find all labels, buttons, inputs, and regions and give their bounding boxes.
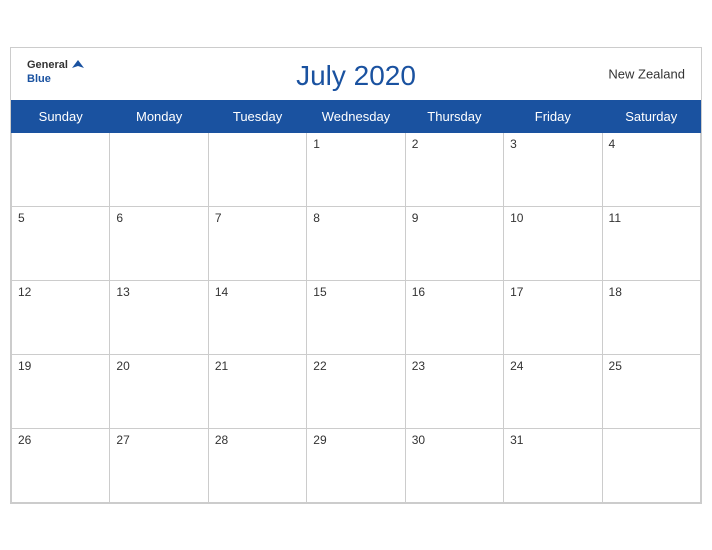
calendar-cell	[12, 132, 110, 206]
calendar-week-5: 26 27 28 29 30 31	[12, 428, 701, 502]
day-number: 12	[18, 285, 31, 299]
calendar-header: General Blue July 2020 New Zealand	[11, 48, 701, 100]
header-saturday: Saturday	[602, 100, 700, 132]
header-monday: Monday	[110, 100, 208, 132]
calendar-body: 1234567891011121314151617181920212223242…	[12, 132, 701, 502]
calendar-cell: 23	[405, 354, 503, 428]
header-sunday: Sunday	[12, 100, 110, 132]
day-number: 15	[313, 285, 326, 299]
calendar-cell: 26	[12, 428, 110, 502]
day-number: 2	[412, 137, 419, 151]
calendar-cell: 13	[110, 280, 208, 354]
calendar-cell: 3	[504, 132, 602, 206]
day-number: 20	[116, 359, 129, 373]
calendar-cell: 22	[307, 354, 405, 428]
logo-blue: Blue	[27, 74, 51, 85]
calendar-cell	[602, 428, 700, 502]
calendar-cell: 4	[602, 132, 700, 206]
day-number: 21	[215, 359, 228, 373]
calendar-cell: 6	[110, 206, 208, 280]
calendar-week-1: 1 2 3 4	[12, 132, 701, 206]
calendar-cell: 14	[208, 280, 306, 354]
day-number: 10	[510, 211, 523, 225]
calendar-cell: 24	[504, 354, 602, 428]
day-number: 30	[412, 433, 425, 447]
day-number: 31	[510, 433, 523, 447]
logo-bird-icon	[70, 58, 86, 74]
day-number: 27	[116, 433, 129, 447]
day-number: 5	[18, 211, 25, 225]
weekday-header-row: Sunday Monday Tuesday Wednesday Thursday…	[12, 100, 701, 132]
day-number: 1	[313, 137, 320, 151]
header-tuesday: Tuesday	[208, 100, 306, 132]
calendar-cell: 5	[12, 206, 110, 280]
day-number: 17	[510, 285, 523, 299]
calendar-cell: 17	[504, 280, 602, 354]
calendar-cell: 2	[405, 132, 503, 206]
calendar-cell: 21	[208, 354, 306, 428]
calendar-cell: 15	[307, 280, 405, 354]
day-number: 28	[215, 433, 228, 447]
day-number: 26	[18, 433, 31, 447]
calendar-cell: 31	[504, 428, 602, 502]
day-number: 6	[116, 211, 123, 225]
calendar-cell: 29	[307, 428, 405, 502]
day-number: 14	[215, 285, 228, 299]
day-number: 22	[313, 359, 326, 373]
day-number: 19	[18, 359, 31, 373]
day-number: 23	[412, 359, 425, 373]
logo-area: General Blue	[27, 58, 86, 85]
calendar-cell: 10	[504, 206, 602, 280]
header-friday: Friday	[504, 100, 602, 132]
calendar-cell: 18	[602, 280, 700, 354]
day-number: 24	[510, 359, 523, 373]
calendar-cell: 20	[110, 354, 208, 428]
calendar-cell: 16	[405, 280, 503, 354]
calendar-cell: 9	[405, 206, 503, 280]
calendar-cell	[110, 132, 208, 206]
calendar-cell: 1	[307, 132, 405, 206]
calendar-cell: 27	[110, 428, 208, 502]
day-number: 29	[313, 433, 326, 447]
day-number: 9	[412, 211, 419, 225]
calendar-cell	[208, 132, 306, 206]
calendar-cell: 7	[208, 206, 306, 280]
month-title: July 2020	[296, 60, 416, 92]
calendar-table: Sunday Monday Tuesday Wednesday Thursday…	[11, 100, 701, 503]
calendar-cell: 11	[602, 206, 700, 280]
day-number: 18	[609, 285, 622, 299]
calendar-cell: 19	[12, 354, 110, 428]
calendar-week-3: 12 13 14 15 16 17 18	[12, 280, 701, 354]
day-number: 3	[510, 137, 517, 151]
calendar-cell: 8	[307, 206, 405, 280]
day-number: 8	[313, 211, 320, 225]
country-label: New Zealand	[608, 66, 685, 81]
day-number: 7	[215, 211, 222, 225]
calendar-container: General Blue July 2020 New Zealand Sunda…	[10, 47, 702, 504]
logo-general: General	[27, 60, 68, 71]
day-number: 4	[609, 137, 616, 151]
calendar-cell: 30	[405, 428, 503, 502]
day-number: 13	[116, 285, 129, 299]
header-thursday: Thursday	[405, 100, 503, 132]
calendar-week-4: 19 20 21 22 23 24 25	[12, 354, 701, 428]
day-number: 11	[609, 211, 621, 225]
calendar-week-2: 5 6 7 8 9 10 11	[12, 206, 701, 280]
calendar-cell: 28	[208, 428, 306, 502]
header-wednesday: Wednesday	[307, 100, 405, 132]
calendar-cell: 12	[12, 280, 110, 354]
day-number: 25	[609, 359, 622, 373]
calendar-cell: 25	[602, 354, 700, 428]
day-number: 16	[412, 285, 425, 299]
